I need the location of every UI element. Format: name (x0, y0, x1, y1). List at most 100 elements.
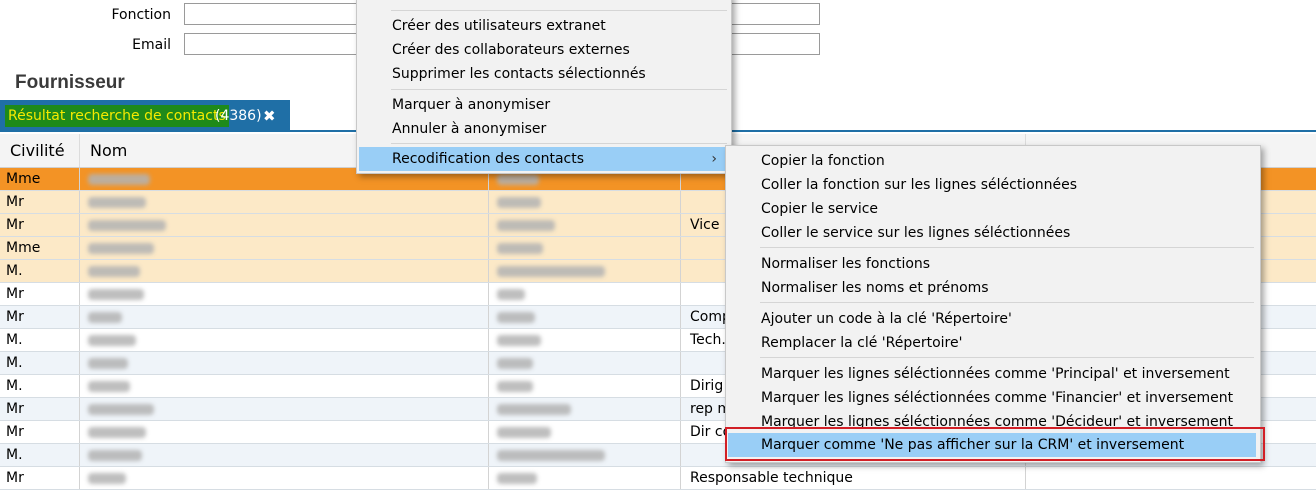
redacted-firstname (497, 312, 535, 323)
section-title-fournisseur: Fournisseur (15, 72, 125, 93)
submenu-item-remplacer-cle-repertoire[interactable]: Remplacer la clé 'Répertoire' (726, 331, 1258, 355)
fonction-label: Fonction (111, 7, 171, 23)
menu-item-creer-collaborateurs-externes[interactable]: Créer des collaborateurs externes (357, 38, 729, 62)
menu-separator (760, 357, 1254, 358)
chevron-right-icon: › (711, 151, 717, 167)
context-menu: Créer des utilisateurs extranet Créer de… (356, 0, 732, 174)
cell-fonction: Responsable technique (681, 467, 1026, 489)
column-header-civilite[interactable]: Civilité (0, 134, 80, 167)
redacted-name (88, 450, 142, 461)
redacted-name (88, 381, 130, 392)
cell-extra (1026, 467, 1316, 489)
redacted-firstname (497, 289, 525, 300)
submenu-item-copier-service[interactable]: Copier le service (726, 197, 1258, 221)
cell-civilite: M. (0, 260, 80, 282)
cell-civilite: Mr (0, 398, 80, 420)
menu-item-annuler-anonymiser[interactable]: Annuler à anonymiser (357, 117, 729, 141)
submenu-item-marquer-principal[interactable]: Marquer les lignes séléctionnées comme '… (726, 362, 1258, 386)
cell-prenom (489, 444, 681, 466)
cell-civilite: Mr (0, 421, 80, 443)
menu-separator (391, 89, 727, 90)
submenu-item-normaliser-fonctions[interactable]: Normaliser les fonctions (726, 252, 1258, 276)
cell-nom (80, 237, 489, 259)
cell-nom (80, 306, 489, 328)
tab-search-results[interactable]: Résultat recherche de contacts (4386) ✖ (0, 100, 290, 132)
menu-item-marquer-anonymiser[interactable]: Marquer à anonymiser (357, 93, 729, 117)
cell-civilite: M. (0, 375, 80, 397)
tab-label: Résultat recherche de contacts (5, 105, 229, 127)
redacted-name (88, 404, 154, 415)
cell-prenom (489, 421, 681, 443)
submenu-item-marquer-financier[interactable]: Marquer les lignes séléctionnées comme '… (726, 386, 1258, 410)
fonction-input-right[interactable] (726, 3, 820, 25)
menu-item-supprimer-contacts[interactable]: Supprimer les contacts sélectionnés (357, 62, 729, 86)
redacted-name (88, 358, 128, 369)
redacted-firstname (497, 197, 541, 208)
redacted-firstname (497, 381, 533, 392)
redacted-firstname (497, 450, 605, 461)
cell-prenom (489, 260, 681, 282)
cell-prenom (489, 214, 681, 236)
redacted-name (88, 312, 122, 323)
redacted-firstname (497, 473, 537, 484)
menu-separator (391, 143, 727, 144)
cell-civilite: Mr (0, 283, 80, 305)
cell-civilite: M. (0, 352, 80, 374)
submenu-item-coller-fonction[interactable]: Coller la fonction sur les lignes séléct… (726, 173, 1258, 197)
cell-nom (80, 214, 489, 236)
cell-nom (80, 398, 489, 420)
submenu-item-normaliser-noms[interactable]: Normaliser les noms et prénoms (726, 276, 1258, 300)
email-input[interactable] (184, 33, 364, 55)
redacted-name (88, 197, 146, 208)
cell-civilite: Mr (0, 191, 80, 213)
redacted-firstname (497, 243, 543, 254)
cell-prenom (489, 306, 681, 328)
cell-nom (80, 421, 489, 443)
redacted-firstname (497, 404, 571, 415)
cell-civilite: M. (0, 444, 80, 466)
redacted-firstname (497, 174, 539, 185)
submenu-item-copier-fonction[interactable]: Copier la fonction (726, 149, 1258, 173)
cell-nom (80, 444, 489, 466)
cell-prenom (489, 191, 681, 213)
email-input-right[interactable] (726, 33, 820, 55)
cell-prenom (489, 375, 681, 397)
menu-item-recodification-contacts[interactable]: Recodification des contacts › (359, 147, 727, 171)
cell-prenom (489, 283, 681, 305)
cell-prenom (489, 237, 681, 259)
redacted-name (88, 427, 146, 438)
menu-separator (760, 302, 1254, 303)
submenu-item-ajouter-code-repertoire[interactable]: Ajouter un code à la clé 'Répertoire' (726, 307, 1258, 331)
redacted-firstname (497, 266, 605, 277)
cell-nom (80, 260, 489, 282)
email-label: Email (132, 37, 171, 53)
menu-separator (760, 247, 1254, 248)
redacted-firstname (497, 358, 533, 369)
cell-nom (80, 191, 489, 213)
close-icon[interactable]: ✖ (263, 105, 276, 127)
redacted-name (88, 243, 154, 254)
cell-nom (80, 375, 489, 397)
redacted-name (88, 289, 144, 300)
menu-separator (391, 10, 727, 11)
cell-civilite: M. (0, 329, 80, 351)
redacted-name (88, 174, 150, 185)
cell-prenom (489, 329, 681, 351)
table-row[interactable]: Mr Responsable technique (0, 467, 1316, 490)
fonction-input[interactable] (184, 3, 364, 25)
redacted-firstname (497, 335, 541, 346)
menu-item-label: Recodification des contacts (392, 151, 585, 167)
cell-civilite: Mr (0, 306, 80, 328)
redacted-firstname (497, 427, 551, 438)
cell-civilite: Mme (0, 168, 80, 190)
submenu-recodification: Copier la fonction Coller la fonction su… (725, 145, 1261, 463)
submenu-item-coller-service[interactable]: Coller le service sur les lignes sélécti… (726, 221, 1258, 245)
redacted-name (88, 220, 166, 231)
annotation-highlight-box (725, 427, 1265, 461)
menu-item-creer-utilisateurs-extranet[interactable]: Créer des utilisateurs extranet (357, 14, 729, 38)
cell-civilite: Mme (0, 237, 80, 259)
cell-nom (80, 352, 489, 374)
cell-prenom (489, 467, 681, 489)
cell-nom (80, 329, 489, 351)
cell-nom (80, 467, 489, 489)
